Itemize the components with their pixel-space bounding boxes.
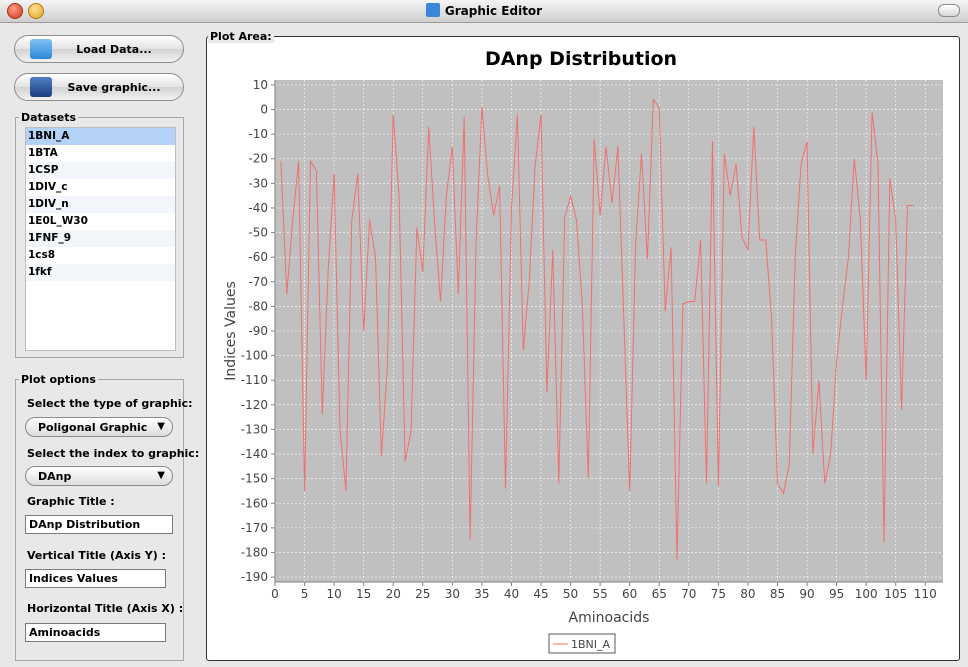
vertical-title-label: Vertical Title (Axis Y) : xyxy=(27,549,166,562)
horizontal-title-label: Horizontal Title (Axis X) : xyxy=(27,602,184,615)
vertical-title-input[interactable]: Indices Values xyxy=(25,569,166,588)
toolbar-toggle-button[interactable] xyxy=(938,4,960,17)
graphic-type-value: Poligonal Graphic xyxy=(38,421,148,434)
graphic-title-input[interactable]: DAnp Distribution xyxy=(25,515,173,534)
chevron-down-icon: ▼ xyxy=(157,421,165,432)
window-title: Graphic Editor xyxy=(444,4,543,18)
chart-app-icon xyxy=(425,3,440,17)
index-value: DAnp xyxy=(38,470,72,483)
dataset-item[interactable]: 1DIV_c xyxy=(26,179,175,196)
save-graphic-label: Save graphic... xyxy=(67,81,161,94)
graphic-type-label: Select the type of graphic: xyxy=(27,397,193,410)
window-title-wrap: Graphic Editor xyxy=(0,3,968,18)
index-label: Select the index to graphic: xyxy=(27,447,200,460)
plot-area-title: Plot Area: xyxy=(208,30,274,43)
datasets-title: Datasets xyxy=(19,111,79,124)
dataset-item[interactable]: 1BNI_A xyxy=(26,128,175,145)
dataset-item[interactable]: 1DIV_n xyxy=(26,196,175,213)
plot-area-panel xyxy=(206,36,960,661)
load-data-label: Load Data... xyxy=(76,43,152,56)
datasets-list[interactable]: 1BNI_A 1BTA 1CSP 1DIV_c 1DIV_n 1E0L_W30 … xyxy=(25,127,176,351)
dataset-item[interactable]: 1cs8 xyxy=(26,247,175,264)
graphic-title-label: Graphic Title : xyxy=(27,495,115,508)
dataset-item[interactable]: 1fkf xyxy=(26,264,175,281)
index-select[interactable]: DAnp ▼ xyxy=(25,466,173,486)
dataset-item[interactable]: 1E0L_W30 xyxy=(26,213,175,230)
title-bar: Graphic Editor xyxy=(0,0,968,23)
load-data-button[interactable]: Load Data... xyxy=(14,35,184,63)
save-graphic-button[interactable]: Save graphic... xyxy=(14,73,184,101)
dataset-item[interactable]: 1FNF_9 xyxy=(26,230,175,247)
chevron-down-icon: ▼ xyxy=(157,470,165,481)
document-icon xyxy=(30,39,52,59)
floppy-disk-icon xyxy=(30,77,52,97)
plot-options-title: Plot options xyxy=(19,373,98,386)
horizontal-title-input[interactable]: Aminoacids xyxy=(25,623,166,642)
dataset-item[interactable]: 1CSP xyxy=(26,162,175,179)
dataset-item[interactable]: 1BTA xyxy=(26,145,175,162)
graphic-type-select[interactable]: Poligonal Graphic ▼ xyxy=(25,417,173,437)
